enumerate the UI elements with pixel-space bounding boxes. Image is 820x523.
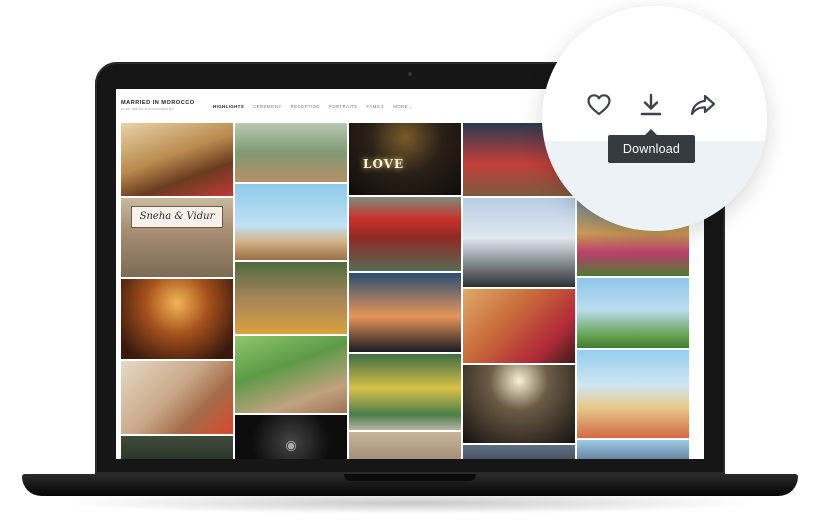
heart-icon [586,93,612,122]
photo-tile[interactable] [349,273,461,352]
photo-tile[interactable] [235,262,347,334]
photo-tile[interactable] [463,289,575,363]
photo-tile[interactable] [121,279,233,359]
photo-love-sign: LOVE [363,157,405,171]
photo-tile[interactable] [121,436,233,459]
nav-reception[interactable]: RECEPTION [291,104,320,110]
nav-highlights[interactable]: HIGHLIGHTS [213,104,244,110]
brand-subtitle: ALEX SMITH PHOTOGRAPHY [121,107,174,111]
photo-tile[interactable]: Sneha & Vidur [121,198,233,277]
photo-tile[interactable] [577,350,689,438]
nav-more[interactable]: MORE⌄ [393,104,413,110]
laptop-base-notch [344,474,476,481]
photo-tile[interactable]: ◉ [235,415,347,459]
photo-tile[interactable] [349,354,461,430]
brand[interactable]: MARRIED IN MOROCCO ALEX SMITH PHOTOGRAPH… [121,100,195,112]
photo-tile[interactable] [463,198,575,287]
camera-icon: ◉ [285,438,297,453]
webcam [408,72,412,76]
photo-sign-text: Sneha & Vidur [131,206,223,228]
nav-more-label: MORE [393,104,409,109]
laptop-base [22,474,798,496]
share-button[interactable] [686,90,720,124]
gallery-nav: HIGHLIGHTS CEREMONY RECEPTION PORTRAITS … [213,104,413,110]
photo-tile[interactable] [577,440,689,459]
nav-ceremony[interactable]: CEREMONY [253,104,282,110]
download-tooltip: Download [608,135,695,163]
share-icon [689,93,717,122]
chevron-down-icon: ⌄ [409,104,413,109]
nav-family[interactable]: FAMILY [367,104,385,110]
photo-tile[interactable] [349,197,461,271]
photo-tile[interactable] [121,123,233,196]
photo-tile[interactable] [463,445,575,459]
photo-tile[interactable] [463,365,575,443]
favorite-button[interactable] [582,90,616,124]
photo-tile[interactable] [235,123,347,182]
download-icon [639,92,663,123]
photo-tile[interactable] [235,184,347,260]
brand-title: MARRIED IN MOROCCO [121,100,195,106]
photo-tile[interactable] [349,432,461,459]
nav-portraits[interactable]: PORTRAITS [329,104,358,110]
photo-tile[interactable] [121,361,233,434]
photo-action-zoom: Download [542,6,767,231]
photo-tile[interactable] [577,278,689,348]
photo-tile[interactable] [235,336,347,413]
photo-tile[interactable]: LOVE [349,123,461,195]
download-button[interactable] [634,90,668,124]
